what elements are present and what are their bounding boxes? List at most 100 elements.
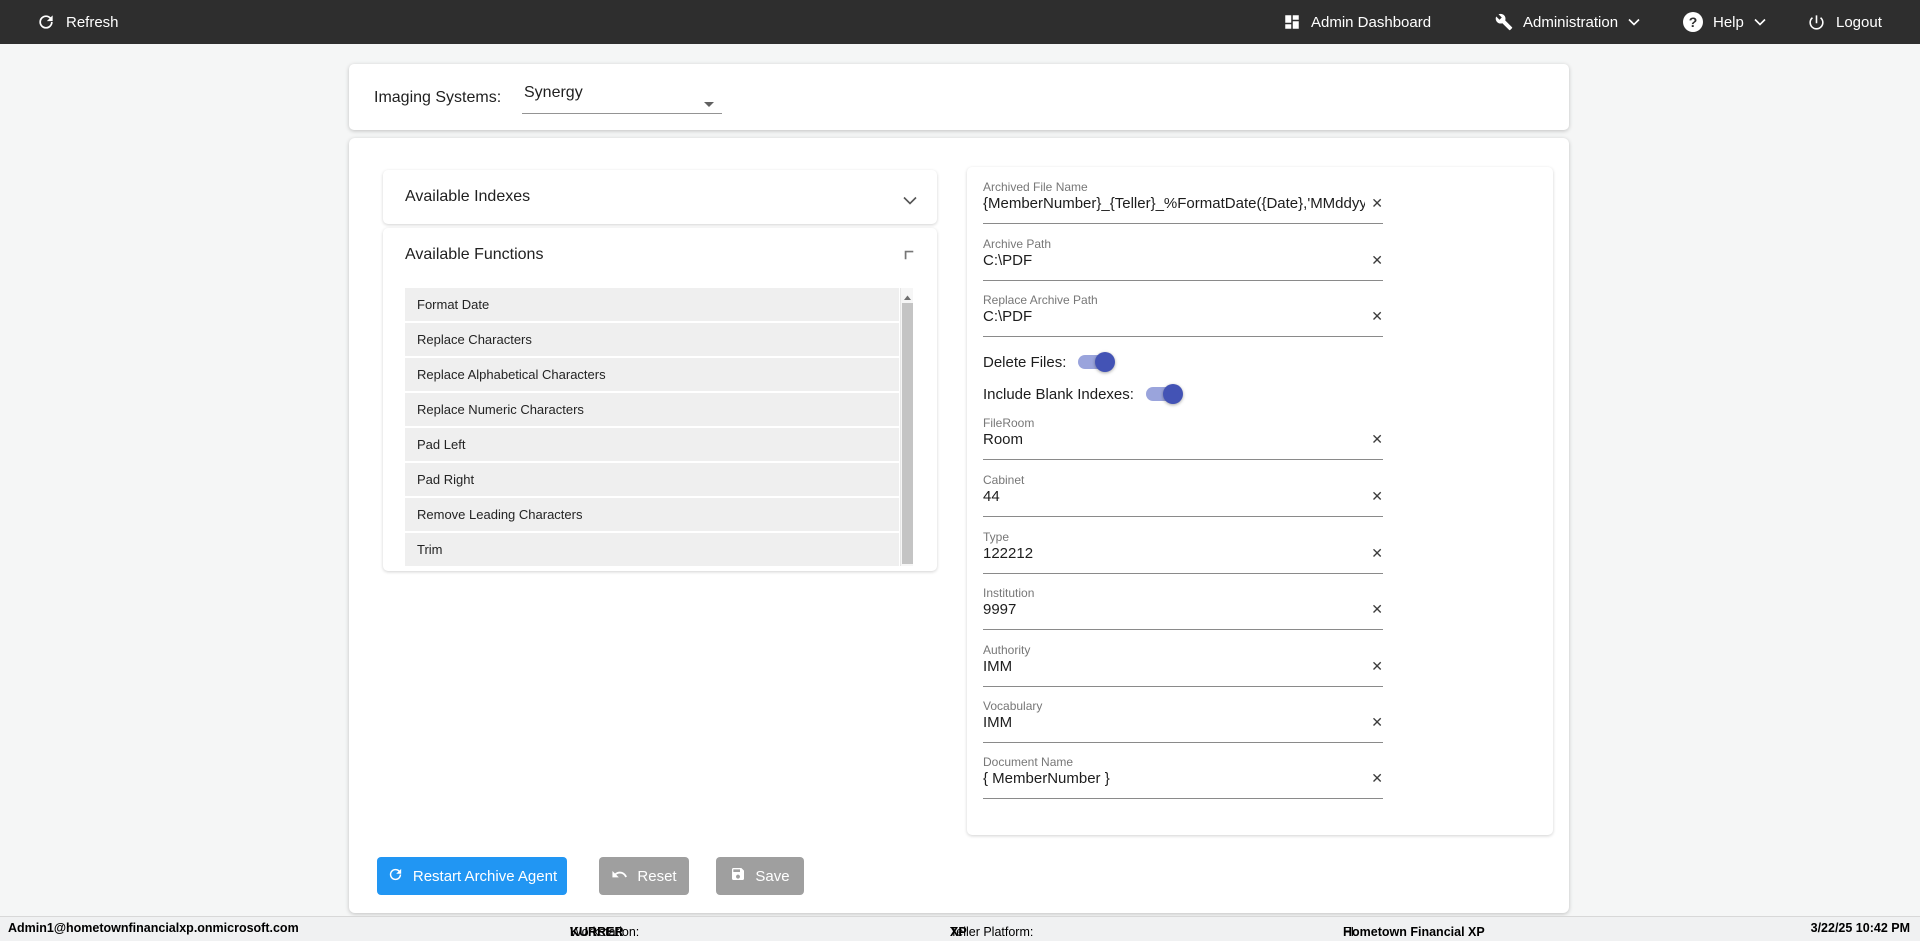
field-label: Authority [983, 641, 1383, 657]
delete-files-toggle-row: Delete Files: [983, 350, 1112, 374]
status-timestamp: 3/22/25 10:42 PM [1811, 921, 1910, 935]
authority-input[interactable]: IMM [983, 658, 1365, 675]
function-item[interactable]: Pad Left [405, 428, 899, 461]
vocabulary-input[interactable]: IMM [983, 714, 1365, 731]
function-item[interactable]: Replace Numeric Characters [405, 393, 899, 426]
field-label: Vocabulary [983, 697, 1383, 713]
functions-scrollbar[interactable] [900, 288, 913, 566]
available-functions-header: Available Functions [405, 246, 543, 264]
replace-archive-path-input[interactable]: C:\PDF [983, 308, 1365, 325]
app-window: Refresh Admin Dashboard Administration ?… [0, 0, 1920, 941]
scrollbar-thumb[interactable] [902, 303, 913, 564]
refresh-icon [36, 12, 56, 32]
field-label: Cabinet [983, 471, 1383, 487]
wrench-icon [1495, 13, 1513, 31]
institution-input[interactable]: 9997 [983, 601, 1365, 618]
restart-archive-agent-button[interactable]: Restart Archive Agent [377, 857, 567, 895]
admin-dashboard-label: Admin Dashboard [1311, 14, 1431, 31]
delete-files-label: Delete Files: [983, 354, 1066, 371]
refresh-button[interactable]: Refresh [36, 0, 119, 44]
chevron-down-icon [1628, 18, 1640, 26]
power-icon [1807, 13, 1826, 32]
workstation-value: KURRER [570, 925, 623, 939]
dashboard-icon [1283, 13, 1301, 31]
function-item[interactable]: Replace Alphabetical Characters [405, 358, 899, 391]
clear-icon[interactable]: ✕ [1365, 195, 1383, 212]
admin-dashboard-button[interactable]: Admin Dashboard [1283, 0, 1431, 44]
include-blank-indexes-label: Include Blank Indexes: [983, 386, 1134, 403]
field-label: Type [983, 528, 1383, 544]
help-icon: ? [1683, 12, 1703, 32]
include-blank-indexes-toggle-row: Include Blank Indexes: [983, 382, 1180, 406]
save-icon [730, 866, 746, 886]
function-item[interactable]: Trim [405, 533, 899, 566]
main-content-card: Available Indexes Available Functions Fo… [349, 138, 1569, 913]
top-navigation-bar: Refresh Admin Dashboard Administration ?… [0, 0, 1920, 44]
clear-icon[interactable]: ✕ [1365, 658, 1383, 675]
function-item[interactable]: Format Date [405, 288, 899, 321]
imaging-systems-label: Imaging Systems: [374, 89, 501, 107]
field-archive-path: Archive Path C:\PDF ✕ [983, 235, 1383, 281]
function-item[interactable]: Replace Characters [405, 323, 899, 356]
function-item[interactable]: Remove Leading Characters [405, 498, 899, 531]
imaging-system-selected-value: Synergy [524, 84, 583, 102]
field-document-name: Document Name { MemberNumber } ✕ [983, 753, 1383, 799]
reset-button[interactable]: Reset [599, 857, 689, 895]
imaging-system-select[interactable]: Synergy [522, 78, 722, 114]
clear-icon[interactable]: ✕ [1365, 714, 1383, 731]
archive-settings-panel: Archived File Name {MemberNumber}_{Telle… [967, 167, 1553, 835]
clear-icon[interactable]: ✕ [1365, 770, 1383, 787]
status-user: Admin1@hometownfinancialxp.onmicrosoft.c… [8, 921, 299, 935]
available-functions-panel: Available Functions Format Date Replace … [383, 228, 937, 571]
save-button[interactable]: Save [716, 857, 804, 895]
available-indexes-header: Available Indexes [405, 188, 530, 206]
available-indexes-panel[interactable]: Available Indexes [383, 170, 937, 224]
administration-label: Administration [1523, 14, 1618, 31]
restart-archive-agent-label: Restart Archive Agent [413, 868, 557, 885]
imaging-systems-card: Imaging Systems: Synergy [349, 64, 1569, 130]
chevron-down-icon [903, 192, 917, 210]
include-blank-indexes-toggle[interactable] [1146, 387, 1180, 401]
type-input[interactable]: 122212 [983, 545, 1365, 562]
delete-files-toggle[interactable] [1078, 355, 1112, 369]
status-bar: Admin1@hometownfinancialxp.onmicrosoft.c… [0, 916, 1920, 941]
logout-button[interactable]: Logout [1807, 0, 1882, 44]
save-label: Save [755, 868, 789, 885]
function-item[interactable]: Pad Right [405, 463, 899, 496]
undo-icon [611, 866, 628, 887]
logout-label: Logout [1836, 14, 1882, 31]
field-fileroom: FileRoom Room ✕ [983, 414, 1383, 460]
scroll-up-button[interactable] [903, 290, 912, 299]
clear-icon[interactable]: ✕ [1365, 308, 1383, 325]
field-label: Archived File Name [983, 178, 1383, 194]
refresh-label: Refresh [66, 14, 119, 31]
field-institution: Institution 9997 ✕ [983, 584, 1383, 630]
functions-list: Format Date Replace Characters Replace A… [405, 288, 913, 566]
refresh-icon [387, 866, 404, 887]
teller-platform-value: XP [950, 925, 967, 939]
archive-path-input[interactable]: C:\PDF [983, 252, 1365, 269]
cabinet-input[interactable]: 44 [983, 488, 1365, 505]
field-archived-file-name: Archived File Name {MemberNumber}_{Telle… [983, 178, 1383, 224]
fileroom-input[interactable]: Room [983, 431, 1365, 448]
clear-icon[interactable]: ✕ [1365, 252, 1383, 269]
reset-label: Reset [637, 868, 676, 885]
archived-file-name-input[interactable]: {MemberNumber}_{Teller}_%FormatDate({Dat… [983, 195, 1365, 212]
clear-icon[interactable]: ✕ [1365, 601, 1383, 618]
clear-icon[interactable]: ✕ [1365, 488, 1383, 505]
field-label: Archive Path [983, 235, 1383, 251]
document-name-input[interactable]: { MemberNumber } [983, 770, 1365, 787]
clear-icon[interactable]: ✕ [1365, 431, 1383, 448]
field-label: Replace Archive Path [983, 291, 1383, 307]
help-label: Help [1713, 14, 1744, 31]
dropdown-caret-icon [704, 94, 714, 112]
field-vocabulary: Vocabulary IMM ✕ [983, 697, 1383, 743]
help-menu[interactable]: ? Help [1683, 0, 1766, 44]
administration-menu[interactable]: Administration [1495, 0, 1640, 44]
field-cabinet: Cabinet 44 ✕ [983, 471, 1383, 517]
chevron-down-icon [1754, 18, 1766, 26]
clear-icon[interactable]: ✕ [1365, 545, 1383, 562]
corner-resize-icon[interactable] [903, 248, 915, 266]
field-label: Institution [983, 584, 1383, 600]
toggle-knob [1163, 384, 1183, 404]
